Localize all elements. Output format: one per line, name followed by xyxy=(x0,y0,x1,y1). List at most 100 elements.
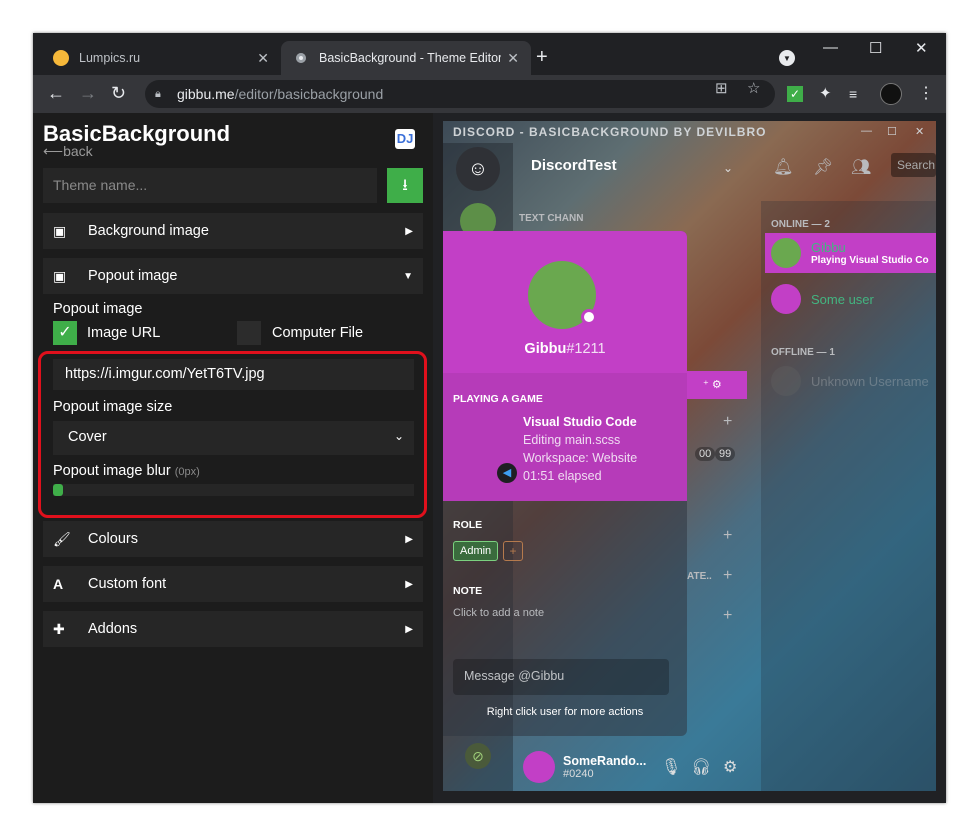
member-activity: Playing Visual Studio Co xyxy=(811,255,929,266)
close-tab-icon[interactable]: ✕ xyxy=(507,50,519,67)
selected-channel-actions[interactable]: ⁺ ⚙ xyxy=(687,371,747,399)
game-elapsed: 01:51 elapsed xyxy=(523,469,602,483)
message-input[interactable]: Message @Gibbu xyxy=(453,659,669,695)
avatar xyxy=(771,284,801,314)
server-name[interactable]: DiscordTest xyxy=(531,157,617,174)
current-user-tag: #0240 xyxy=(563,768,594,780)
section-popout-image[interactable]: ▣ Popout image ▼ xyxy=(43,258,423,294)
computer-file-checkbox[interactable] xyxy=(237,321,261,345)
lock-icon: 🔒︎ xyxy=(155,88,161,100)
image-size-label: Popout image size xyxy=(53,399,173,415)
section-colours[interactable]: 🖌︎ Colours ▶ xyxy=(43,521,423,557)
game-state: Workspace: Website xyxy=(523,451,638,465)
add-channel-icon[interactable]: + xyxy=(723,527,732,545)
image-icon: ▣ xyxy=(53,222,67,239)
section-background-image[interactable]: ▣ Background image ▶ xyxy=(43,213,423,249)
tab-title: BasicBackground - Theme Editor xyxy=(319,51,502,65)
section-label: Custom font xyxy=(88,576,167,592)
minimize-button[interactable]: — xyxy=(823,39,838,56)
reload-icon[interactable]: ↻ xyxy=(111,84,126,102)
blur-slider[interactable] xyxy=(53,484,414,496)
avatar xyxy=(771,238,801,268)
add-channel-icon[interactable]: + xyxy=(723,413,732,431)
back-link[interactable]: ⟵back xyxy=(43,143,93,160)
section-custom-font[interactable]: A Custom font ▶ xyxy=(43,566,423,602)
media-control-icon[interactable]: ≡ xyxy=(849,86,865,102)
tab-lumpics[interactable]: Lumpics.ru ✕ xyxy=(41,41,281,75)
discriminator: #1211 xyxy=(566,341,606,357)
theme-name-input[interactable]: Theme name... xyxy=(43,168,377,203)
headphones-icon[interactable]: 🎧︎ xyxy=(691,757,711,777)
discord-maximize-icon[interactable]: ☐ xyxy=(887,125,897,138)
tab-search-icon[interactable]: ▼ xyxy=(779,50,795,66)
image-size-select[interactable]: Cover ⌄ xyxy=(53,421,414,455)
chevron-down-icon[interactable]: ⌄ xyxy=(723,161,733,175)
search-input[interactable]: Search xyxy=(891,153,936,177)
bell-icon[interactable]: 🔔︎ xyxy=(773,157,793,177)
gibbu-favicon-icon xyxy=(293,50,309,66)
lumpics-favicon-icon xyxy=(53,50,69,66)
mute-mic-icon[interactable]: 🎙︎ xyxy=(661,757,681,777)
settings-gear-icon[interactable]: ⚙ xyxy=(723,757,737,777)
browser-toolbar: ← → ↻ 🔒︎ gibbu.me/editor/basicbackground… xyxy=(33,75,946,113)
add-channel-icon[interactable]: + xyxy=(723,567,732,585)
url-path: /editor/basicbackground xyxy=(234,86,384,102)
back-arrow-icon[interactable]: ← xyxy=(47,84,65,102)
maximize-button[interactable]: ☐ xyxy=(869,39,882,57)
playing-header: PLAYING A GAME xyxy=(453,393,543,405)
caret-right-icon: ▶ xyxy=(405,578,413,590)
user-popout: Gibbu#1211 PLAYING A GAME Visual Studio … xyxy=(443,231,687,736)
devilbro-logo-icon: DJ xyxy=(395,129,415,149)
image-url-checkbox[interactable]: ✓ xyxy=(53,321,77,345)
add-channel-icon[interactable]: + xyxy=(723,607,732,625)
explore-compass-icon[interactable]: ⊘ xyxy=(465,743,491,769)
extensions-puzzle-icon[interactable]: ✦ xyxy=(819,86,835,102)
caret-right-icon: ▶ xyxy=(405,225,413,237)
close-window-button[interactable]: ✕ xyxy=(915,39,928,57)
note-header: NOTE xyxy=(453,585,483,597)
discord-preview: DISCORD - BASICBACKGROUND BY DEVILBRO — … xyxy=(443,121,936,791)
pin-icon[interactable]: 📌︎ xyxy=(813,157,833,177)
address-bar[interactable]: 🔒︎ gibbu.me/editor/basicbackground xyxy=(145,80,775,108)
extension-check-icon[interactable]: ✓ xyxy=(787,86,803,102)
note-input[interactable]: Click to add a note xyxy=(453,607,544,619)
download-button[interactable]: ⭳ xyxy=(387,168,423,203)
discord-close-icon[interactable]: ✕ xyxy=(915,125,924,138)
section-addons[interactable]: ✚ Addons ▶ xyxy=(43,611,423,647)
menu-kebab-icon[interactable]: ⋮ xyxy=(918,86,934,102)
popout-image-heading: Popout image xyxy=(53,301,143,317)
user-panel: SomeRando... #0240 🎙︎ 🎧︎ ⚙ xyxy=(513,743,761,791)
paint-roller-icon: 🖌︎ xyxy=(53,530,71,547)
image-size-value: Cover xyxy=(68,429,107,445)
offline-header: OFFLINE — 1 xyxy=(771,347,835,358)
member-offline[interactable]: Unknown Username xyxy=(765,361,936,401)
tab-theme-editor[interactable]: BasicBackground - Theme Editor ✕ xyxy=(281,41,531,75)
download-icon: ⭳ xyxy=(402,177,408,194)
status-indicator xyxy=(581,309,597,325)
discord-home-icon[interactable]: ☺ xyxy=(456,147,500,191)
member-gibbu[interactable]: Gibbu Playing Visual Studio Co xyxy=(765,233,936,273)
members-icon[interactable]: 👥︎ xyxy=(851,157,871,177)
member-some-user[interactable]: Some user xyxy=(765,279,936,319)
new-tab-button[interactable]: + xyxy=(536,47,548,67)
chevron-down-icon: ⌄ xyxy=(393,429,404,443)
role-badge[interactable]: Admin xyxy=(453,541,499,561)
translate-icon[interactable]: ⊞ xyxy=(715,79,728,97)
discord-minimize-icon[interactable]: — xyxy=(861,125,872,137)
image-url-input[interactable]: https://i.imgur.com/YetT6TV.jpg xyxy=(53,359,414,390)
tab-strip: Lumpics.ru ✕ BasicBackground - Theme Edi… xyxy=(33,33,946,75)
browser-window: Lumpics.ru ✕ BasicBackground - Theme Edi… xyxy=(33,33,946,803)
member-name: Some user xyxy=(811,291,874,307)
close-tab-icon[interactable]: ✕ xyxy=(257,50,269,67)
section-label: Background image xyxy=(88,223,209,239)
add-role-button[interactable]: + xyxy=(503,541,523,561)
member-name: Unknown Username xyxy=(811,373,929,389)
image-blur-label: Popout image blur (0px) xyxy=(53,463,200,479)
bookmark-star-icon[interactable]: ☆ xyxy=(747,79,760,97)
blur-value: (0px) xyxy=(174,466,200,478)
forward-arrow-icon[interactable]: → xyxy=(79,84,97,102)
user-avatar[interactable] xyxy=(523,751,555,783)
slider-handle[interactable] xyxy=(53,484,63,496)
game-detail: Editing main.scss xyxy=(523,433,621,447)
profile-avatar[interactable] xyxy=(880,83,902,105)
